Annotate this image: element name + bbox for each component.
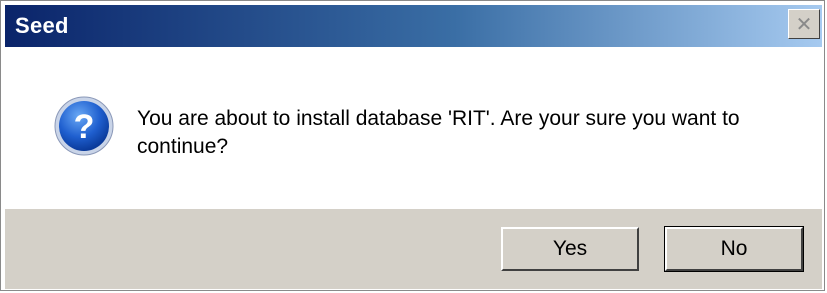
button-bar: Yes No <box>5 209 822 289</box>
dialog-message: You are about to install database 'RIT'.… <box>137 107 740 158</box>
dialog-content: ? You are about to install database 'RIT… <box>5 47 822 209</box>
close-button[interactable]: ✕ <box>788 9 820 39</box>
title-bar[interactable]: Seed ✕ <box>5 5 822 47</box>
close-icon: ✕ <box>795 12 813 36</box>
yes-button[interactable]: Yes <box>501 227 639 271</box>
svg-text:?: ? <box>74 108 95 146</box>
window-title: Seed <box>15 13 69 38</box>
no-button[interactable]: No <box>664 226 804 272</box>
question-icon: ? <box>54 96 114 156</box>
dialog-window: Seed ✕ ? You are about to install databa… <box>0 0 825 291</box>
